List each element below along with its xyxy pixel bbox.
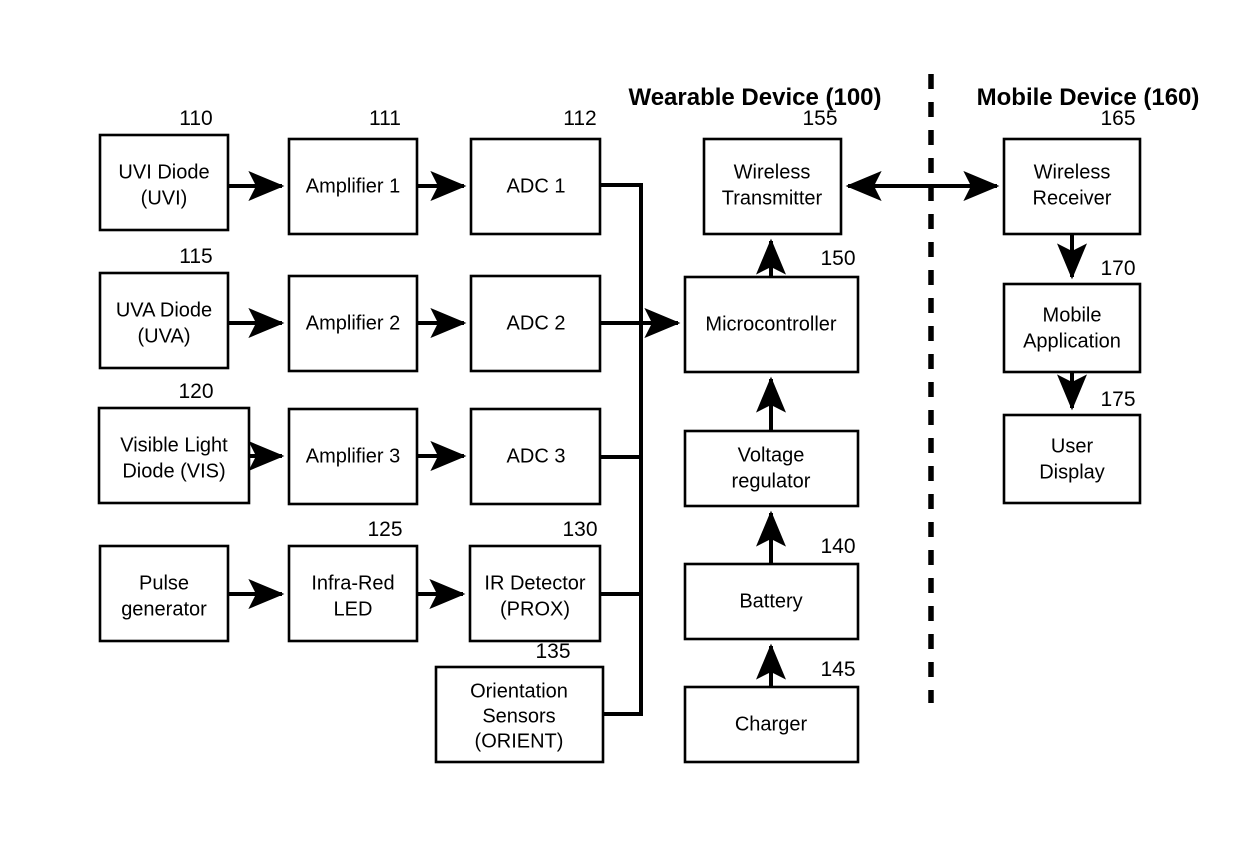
block-label: regulator xyxy=(732,470,811,492)
block-amplifier-3: Amplifier 3 xyxy=(287,407,419,506)
block-label: User xyxy=(1051,435,1094,457)
block-label: ADC 1 xyxy=(507,175,566,197)
ref-number-165: 165 xyxy=(1100,107,1135,130)
block-label: Application xyxy=(1023,330,1121,352)
block-label: (UVA) xyxy=(138,325,191,347)
block-label: Amplifier 3 xyxy=(306,445,400,467)
block-label: Pulse xyxy=(139,572,189,594)
block-label: Wireless xyxy=(734,161,811,183)
block-label: UVI Diode xyxy=(118,161,209,183)
block-amplifier-1: Amplifier 1 xyxy=(287,137,419,236)
block-label: Transmitter xyxy=(722,187,823,209)
block-label: ADC 3 xyxy=(507,445,566,467)
block-label: Diode (VIS) xyxy=(122,460,225,482)
block-label: Receiver xyxy=(1033,187,1112,209)
ref-number-155: 155 xyxy=(802,107,837,130)
ref-number-110: 110 xyxy=(179,107,212,130)
block-visible-light-diode: Visible Light Diode (VIS) xyxy=(97,406,251,505)
ref-number-135: 135 xyxy=(535,640,570,663)
block-label: Visible Light xyxy=(120,434,228,456)
block-wireless-transmitter: Wireless Transmitter xyxy=(702,137,843,236)
block-uva-diode: UVA Diode (UVA) xyxy=(98,271,230,370)
block-label: Mobile xyxy=(1043,304,1102,326)
block-amplifier-2: Amplifier 2 xyxy=(287,274,419,373)
ref-number-140: 140 xyxy=(820,535,855,558)
block-label: Wireless xyxy=(1034,161,1111,183)
wearable-device-title: Wearable Device (100) xyxy=(628,84,881,111)
block-label: LED xyxy=(334,598,373,620)
ref-number-125: 125 xyxy=(367,518,402,541)
block-user-display: User Display xyxy=(1002,413,1142,505)
ref-number-130: 130 xyxy=(562,518,597,541)
block-wireless-receiver: Wireless Receiver xyxy=(1002,137,1142,236)
ref-number-115: 115 xyxy=(179,245,212,268)
ref-number-150: 150 xyxy=(820,247,855,270)
block-label: Sensors xyxy=(482,705,555,727)
block-adc-3: ADC 3 xyxy=(469,407,602,506)
ref-number-175: 175 xyxy=(1100,388,1135,411)
block-label: Infra-Red xyxy=(311,572,394,594)
diagram-canvas: Wearable Device (100) Mobile Device (160… xyxy=(0,0,1240,864)
block-label: (ORIENT) xyxy=(475,730,564,752)
block-label: Amplifier 2 xyxy=(306,312,400,334)
block-microcontroller: Microcontroller xyxy=(683,275,860,374)
block-label: Microcontroller xyxy=(705,313,836,335)
block-infrared-led: Infra-Red LED xyxy=(287,544,419,643)
ref-number-112: 112 xyxy=(563,107,596,130)
ref-number-111: 111 xyxy=(369,107,401,130)
block-label: UVA Diode xyxy=(116,299,212,321)
block-orientation-sensors: Orientation Sensors (ORIENT) xyxy=(434,665,605,764)
ref-number-120: 120 xyxy=(178,380,213,403)
block-adc-2: ADC 2 xyxy=(469,274,602,373)
ref-number-170: 170 xyxy=(1100,257,1135,280)
block-label: Voltage xyxy=(738,444,805,466)
block-battery: Battery xyxy=(683,562,860,641)
block-label: Amplifier 1 xyxy=(306,175,400,197)
block-pulse-generator: Pulse generator xyxy=(98,544,230,643)
block-label: Charger xyxy=(735,713,808,735)
block-mobile-application: Mobile Application xyxy=(1002,282,1142,374)
block-label: Orientation xyxy=(470,680,568,702)
block-label: (UVI) xyxy=(141,187,188,209)
block-adc-1: ADC 1 xyxy=(469,137,602,236)
block-label: ADC 2 xyxy=(507,312,566,334)
block-voltage-regulator: Voltage regulator xyxy=(683,429,860,508)
ref-number-145: 145 xyxy=(820,658,855,681)
mobile-device-title: Mobile Device (160) xyxy=(977,84,1200,111)
block-label: (PROX) xyxy=(500,598,570,620)
block-label: Battery xyxy=(739,590,802,612)
block-charger: Charger xyxy=(683,685,860,764)
block-label: IR Detector xyxy=(484,572,585,594)
block-ir-detector: IR Detector (PROX) xyxy=(468,544,602,643)
block-label: Display xyxy=(1039,461,1105,483)
block-diagram: Wearable Device (100) Mobile Device (160… xyxy=(0,0,1240,864)
block-uvi-diode: UVI Diode (UVI) xyxy=(98,133,230,232)
block-label: generator xyxy=(121,598,207,620)
